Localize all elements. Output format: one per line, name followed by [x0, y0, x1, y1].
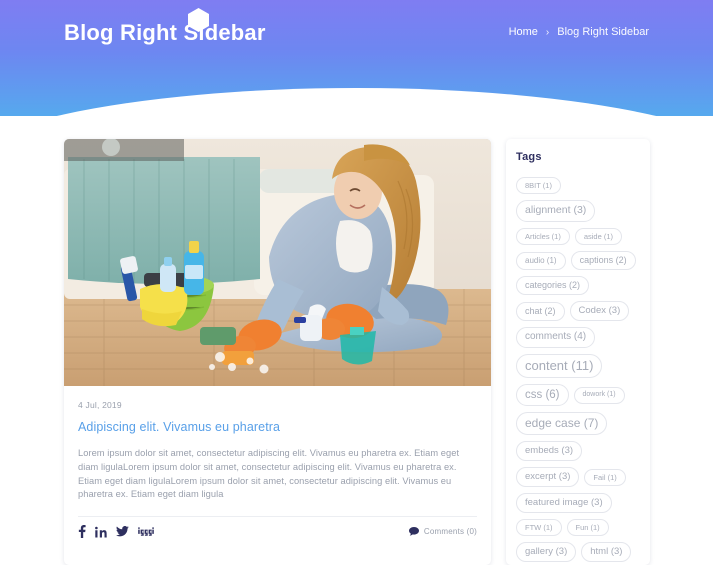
tag-link[interactable]: categories (2) — [516, 276, 590, 296]
tag-cloud: 8BIT (1) alignment (3) Articles (1) aside (… — [516, 177, 640, 565]
breadcrumb-separator-icon: › — [545, 26, 550, 38]
post-footer: Comments (0) — [78, 516, 477, 546]
tag-link[interactable]: Fail (1) — [584, 468, 626, 486]
tag-link[interactable]: Codex (3) — [569, 301, 630, 322]
tag-link[interactable]: FTW (1) — [516, 519, 562, 537]
post-featured-image[interactable] — [64, 139, 491, 386]
tag-link[interactable]: featured image (3) — [516, 493, 612, 513]
comments-count[interactable]: Comments (0) — [408, 527, 477, 537]
twitter-icon[interactable] — [116, 526, 129, 537]
tag-link[interactable]: Articles (1) — [516, 227, 570, 245]
tag-link[interactable]: gallery (3) — [516, 542, 577, 563]
tag-link[interactable]: excerpt (3) — [516, 467, 580, 488]
post-title-link[interactable]: Adipiscing elit. Vivamus eu pharetra — [78, 420, 477, 434]
comments-label: Comments (0) — [423, 527, 477, 537]
page-title: Blog Right Sidebar — [64, 20, 266, 45]
tag-link[interactable]: html (3) — [581, 542, 632, 563]
tag-link[interactable]: aside (1) — [574, 227, 623, 245]
blog-page: Blog Right Sidebar Home › Blog Right Sid… — [0, 0, 713, 565]
content-area: 4 Jul, 2019 Adipiscing elit. Vivamus eu … — [0, 139, 713, 565]
breadcrumb-home-link[interactable]: Home — [509, 26, 538, 38]
tags-widget-title: Tags — [516, 151, 542, 163]
post-date: 4 Jul, 2019 — [78, 400, 122, 410]
tag-link[interactable]: css (6) — [516, 384, 569, 407]
sidebar: Tags 8BIT (1) alignment (3) Articles (1) as… — [506, 139, 650, 565]
breadcrumb-current: Blog Right Sidebar — [557, 26, 649, 38]
comment-bubble-icon — [408, 527, 419, 536]
post-card: 4 Jul, 2019 Adipiscing elit. Vivamus eu … — [64, 139, 491, 565]
facebook-icon[interactable] — [78, 525, 86, 539]
tag-link[interactable]: dowork (1) — [573, 386, 625, 404]
digg-icon[interactable] — [138, 527, 154, 536]
breadcrumb: Home › Blog Right Sidebar — [509, 26, 649, 38]
tag-link[interactable]: content (11) — [516, 353, 603, 378]
social-share-list — [78, 525, 154, 539]
post-excerpt: Lorem ipsum dolor sit amet, consectetur … — [78, 448, 460, 500]
tag-link[interactable]: Fun (1) — [566, 519, 609, 537]
post-body: 4 Jul, 2019 Adipiscing elit. Vivamus eu … — [64, 386, 491, 516]
tag-link[interactable]: chat (2) — [516, 301, 565, 321]
linkedin-icon[interactable] — [95, 526, 107, 538]
page-hero-banner: Blog Right Sidebar Home › Blog Right Sid… — [0, 0, 713, 116]
tag-link[interactable]: 8BIT (1) — [516, 177, 561, 195]
tag-link[interactable]: embeds (3) — [516, 441, 583, 462]
tag-link[interactable]: comments (4) — [516, 327, 596, 348]
tag-link[interactable]: alignment (3) — [516, 200, 596, 222]
tag-link[interactable]: audio (1) — [516, 251, 566, 270]
tag-link[interactable]: edge case (7) — [516, 412, 608, 436]
tag-link[interactable]: captions (2) — [570, 250, 636, 271]
